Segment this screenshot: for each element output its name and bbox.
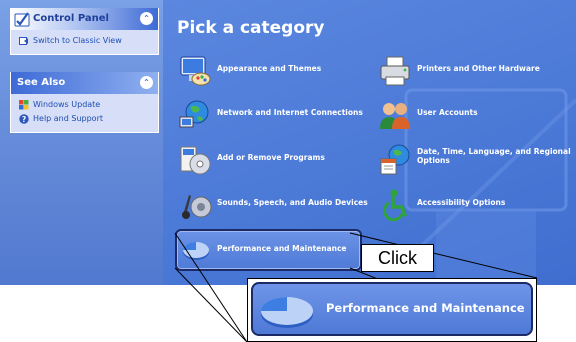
category-date-time-language[interactable]: Date, Time, Language, and Regional Optio… [377, 142, 571, 178]
zoomed-performance-button: Performance and Maintenance [251, 282, 533, 336]
zoomed-label: Performance and Maintenance [326, 301, 525, 315]
accessibility-icon [383, 189, 407, 222]
add-remove-programs-icon [180, 146, 211, 175]
switch-classic-view-label: Switch to Classic View [33, 36, 122, 45]
category-label: Accessibility Options [417, 198, 506, 207]
performance-pie-icon [183, 242, 209, 260]
appearance-themes-icon [180, 56, 211, 86]
category-sounds-audio[interactable]: Sounds, Speech, and Audio Devices [177, 187, 368, 223]
control-panel-window: Control Panel ⌃ Switch to Classic View S… [0, 0, 576, 285]
see-also-header[interactable]: See Also ⌃ [11, 72, 158, 94]
windows-update-icon [19, 100, 29, 110]
control-panel-header[interactable]: Control Panel ⌃ [11, 8, 158, 30]
category-user-accounts[interactable]: User Accounts [377, 97, 567, 133]
printer-icon [380, 56, 410, 86]
category-network-internet[interactable]: Network and Internet Connections [177, 97, 367, 133]
zoomed-callout: Performance and Maintenance [247, 278, 537, 342]
see-also-title: See Also [17, 77, 66, 88]
help-icon: ? [19, 114, 29, 124]
click-instruction-label: Click [361, 244, 434, 272]
date-time-icon [380, 144, 410, 175]
category-label: User Accounts [417, 108, 478, 117]
category-appearance-themes[interactable]: Appearance and Themes [177, 53, 367, 89]
category-label: Add or Remove Programs [217, 153, 325, 162]
help-support-label: Help and Support [33, 114, 103, 123]
sound-icon [182, 195, 212, 219]
control-panel-section: Control Panel ⌃ Switch to Classic View [10, 8, 159, 55]
category-label: Appearance and Themes [217, 64, 322, 73]
classic-view-icon [19, 37, 28, 45]
page-title: Pick a category [177, 18, 325, 38]
control-panel-icon [14, 12, 30, 27]
category-performance-maintenance[interactable]: Performance and Maintenance [175, 229, 362, 271]
see-also-section: See Also ⌃ Windows Update ? Help and Sup… [10, 72, 159, 133]
collapse-chevron-icon[interactable]: ⌃ [140, 76, 153, 89]
category-label: Printers and Other Hardware [417, 64, 540, 73]
category-label: Sounds, Speech, and Audio Devices [217, 198, 368, 207]
user-accounts-icon [380, 103, 410, 129]
category-add-remove-programs[interactable]: Add or Remove Programs [177, 142, 367, 178]
windows-update-link[interactable]: Windows Update [19, 98, 150, 112]
windows-update-label: Windows Update [33, 100, 101, 109]
performance-pie-icon [261, 297, 313, 328]
svg-text:?: ? [22, 115, 26, 124]
help-support-link[interactable]: ? Help and Support [19, 112, 150, 126]
network-globe-icon [179, 100, 209, 128]
switch-classic-view-link[interactable]: Switch to Classic View [19, 34, 150, 48]
category-printers-hardware[interactable]: Printers and Other Hardware [377, 53, 567, 89]
task-pane: Control Panel ⌃ Switch to Classic View S… [0, 0, 163, 285]
collapse-chevron-icon[interactable]: ⌃ [140, 12, 153, 25]
category-label: Date, Time, Language, and Regional Optio… [417, 147, 571, 165]
category-label: Performance and Maintenance [217, 244, 347, 253]
category-view: Pick a category Appearance and Themes Pr… [163, 0, 576, 285]
category-accessibility[interactable]: Accessibility Options [377, 187, 567, 223]
category-label: Network and Internet Connections [217, 108, 363, 117]
control-panel-title: Control Panel [33, 13, 109, 24]
